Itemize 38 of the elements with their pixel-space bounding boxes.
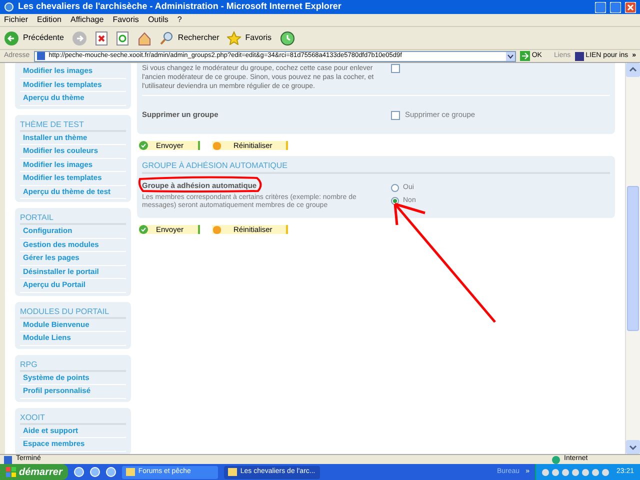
start-button[interactable]: démarrer — [0, 464, 68, 480]
scrollbar[interactable] — [625, 63, 640, 454]
search-button[interactable]: Rechercher — [160, 31, 220, 45]
windows-logo-icon — [6, 467, 16, 477]
hand-icon — [212, 141, 222, 150]
sidebar-heading: RPG — [20, 358, 126, 372]
globe-icon — [552, 456, 560, 464]
close-icon[interactable] — [625, 2, 636, 12]
sidebar-heading: XOOIT — [20, 412, 126, 424]
checkmark-icon — [139, 141, 148, 150]
checkmark-icon — [139, 225, 148, 234]
favorites-button[interactable]: Favoris — [227, 31, 272, 45]
minimize-icon[interactable] — [595, 2, 606, 12]
maximize-icon[interactable] — [610, 2, 621, 12]
scroll-down-icon[interactable] — [626, 440, 640, 454]
menu-item[interactable]: Favoris — [112, 14, 139, 26]
section-heading: GROUPE À ADHÉSION AUTOMATIQUE — [142, 160, 610, 174]
star-icon — [227, 31, 242, 45]
scroll-up-icon[interactable] — [626, 63, 640, 77]
menu-item[interactable]: Affichage — [70, 14, 104, 26]
magnifier-icon — [160, 31, 174, 45]
checkbox[interactable] — [391, 64, 400, 73]
dropdown-icon — [506, 52, 515, 60]
menu-item[interactable]: Fichier — [4, 14, 28, 26]
sidebar-heading: THÈME DE TEST — [20, 118, 126, 132]
window-title: Les chevaliers de l'archisèche - Administration - Microsoft Internet Explorer — [18, 0, 342, 14]
sidebar-heading: MODULES DU PORTAIL — [20, 306, 126, 318]
history-icon[interactable] — [280, 30, 295, 46]
menu-item[interactable]: Edition — [37, 14, 62, 26]
back-button[interactable]: Précédente — [4, 30, 64, 46]
hand-icon — [212, 225, 222, 234]
menu-item[interactable]: Outils — [148, 14, 168, 26]
home-icon[interactable] — [136, 30, 152, 46]
scroll-thumb[interactable] — [627, 186, 639, 331]
menu-item[interactable]: ? — [177, 14, 182, 26]
go-arrow-icon — [520, 51, 530, 61]
stop-icon[interactable] — [94, 30, 108, 46]
sidebar-heading: PORTAIL — [20, 212, 126, 225]
